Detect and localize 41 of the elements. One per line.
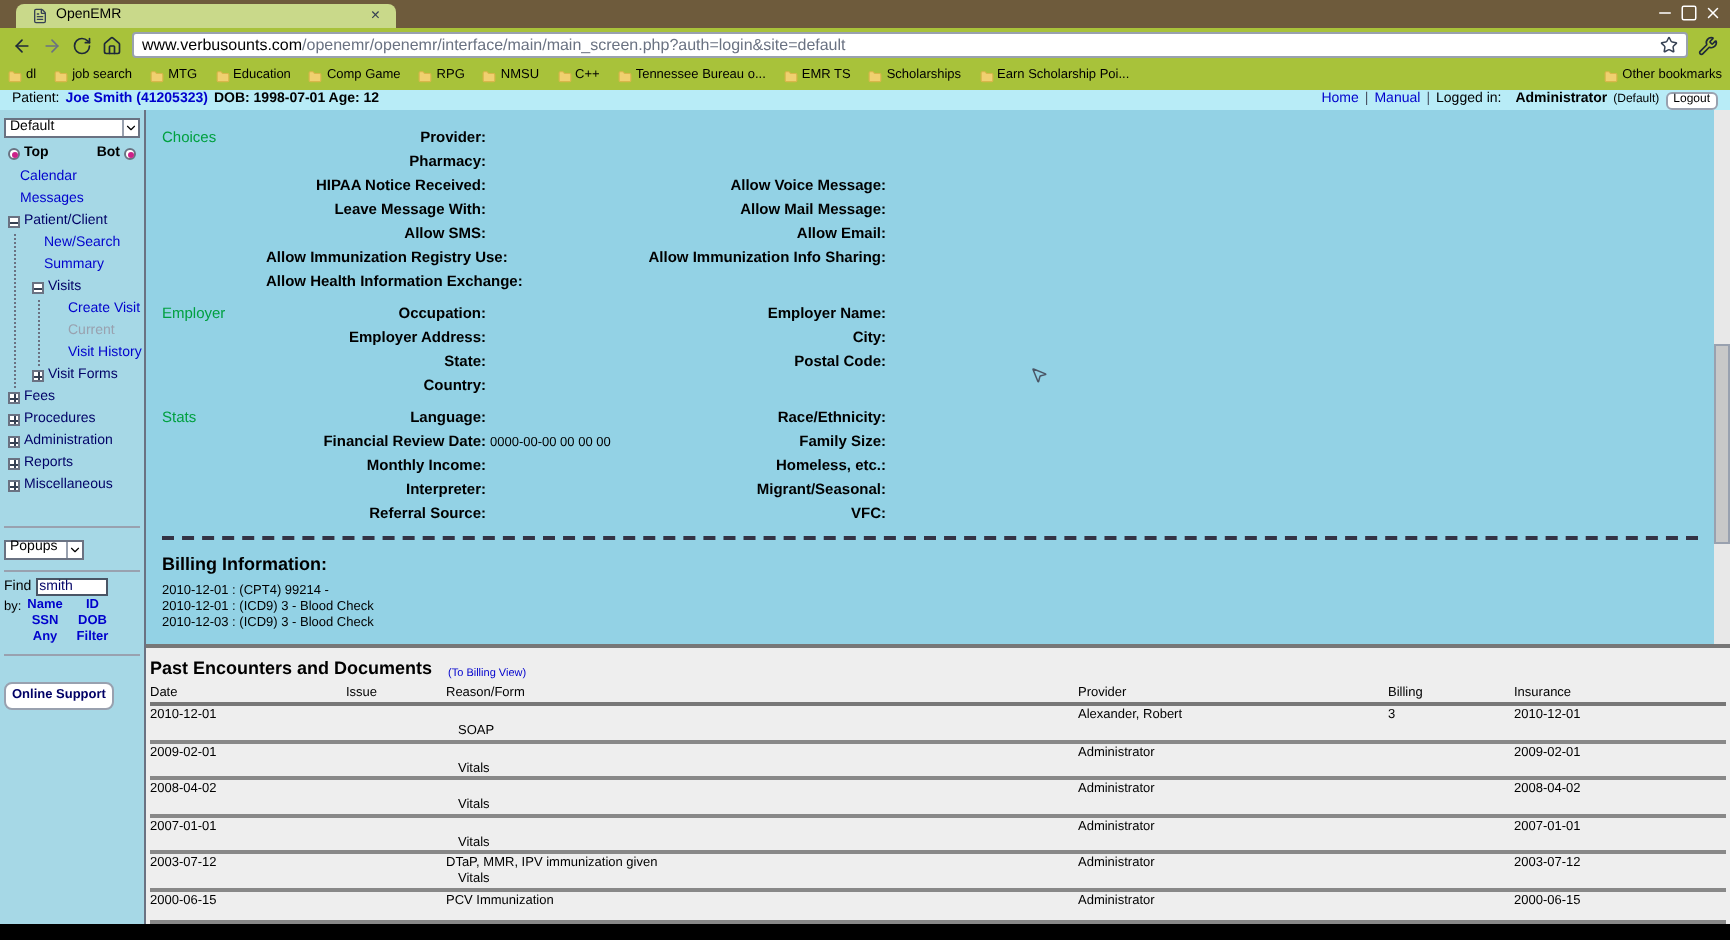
back-icon[interactable] — [12, 35, 32, 55]
tab-close-button[interactable]: × — [370, 8, 380, 24]
dropdown-caret-icon — [122, 120, 138, 136]
reload-icon[interactable] — [72, 35, 92, 55]
folder-icon — [150, 69, 165, 83]
billing-title: Billing Information: — [162, 551, 329, 578]
scrollbar[interactable] — [1714, 110, 1730, 644]
address-bar[interactable]: www.verbusounts.com/openemr/openemr/interface/main/main_screen.php?auth=login&site=default — [132, 32, 1688, 58]
collapse-icon[interactable] — [8, 216, 20, 228]
folder-icon — [8, 69, 22, 83]
maximize-icon[interactable] — [1680, 4, 1698, 22]
folder-icon — [482, 69, 497, 83]
folder-icon — [215, 69, 230, 83]
home-icon[interactable] — [102, 35, 122, 55]
encounters-title: Past Encounters and Documents — [150, 656, 433, 682]
expand-icon[interactable] — [32, 370, 44, 382]
star-icon[interactable] — [1660, 36, 1678, 54]
folder-icon — [617, 69, 632, 83]
close-icon[interactable] — [1704, 4, 1722, 22]
folder-icon — [418, 69, 433, 83]
folder-icon — [308, 69, 323, 83]
expand-icon[interactable] — [8, 480, 20, 492]
url-path: /openemr/openemr/interface/main/main_screen.php?auth=login&site=default — [302, 33, 846, 57]
expand-icon[interactable] — [8, 414, 20, 426]
folder-icon — [868, 69, 883, 83]
expand-icon[interactable] — [8, 436, 20, 448]
url-domain: www.verbusounts.com — [142, 33, 303, 53]
folder-icon — [54, 69, 69, 83]
dropdown-caret-icon — [66, 541, 82, 557]
folder-icon — [557, 69, 572, 83]
frame-checkbox[interactable] — [8, 148, 20, 161]
page-icon — [32, 8, 48, 24]
folder-icon — [979, 69, 994, 83]
expand-icon[interactable] — [8, 392, 20, 404]
frame-checkbox[interactable] — [124, 148, 136, 161]
folder-icon — [1604, 69, 1619, 83]
folder-icon — [783, 69, 798, 83]
expand-icon[interactable] — [8, 458, 20, 470]
collapse-icon[interactable] — [32, 282, 44, 294]
wrench-icon[interactable] — [1698, 35, 1718, 55]
mouse-cursor — [1030, 366, 1048, 384]
